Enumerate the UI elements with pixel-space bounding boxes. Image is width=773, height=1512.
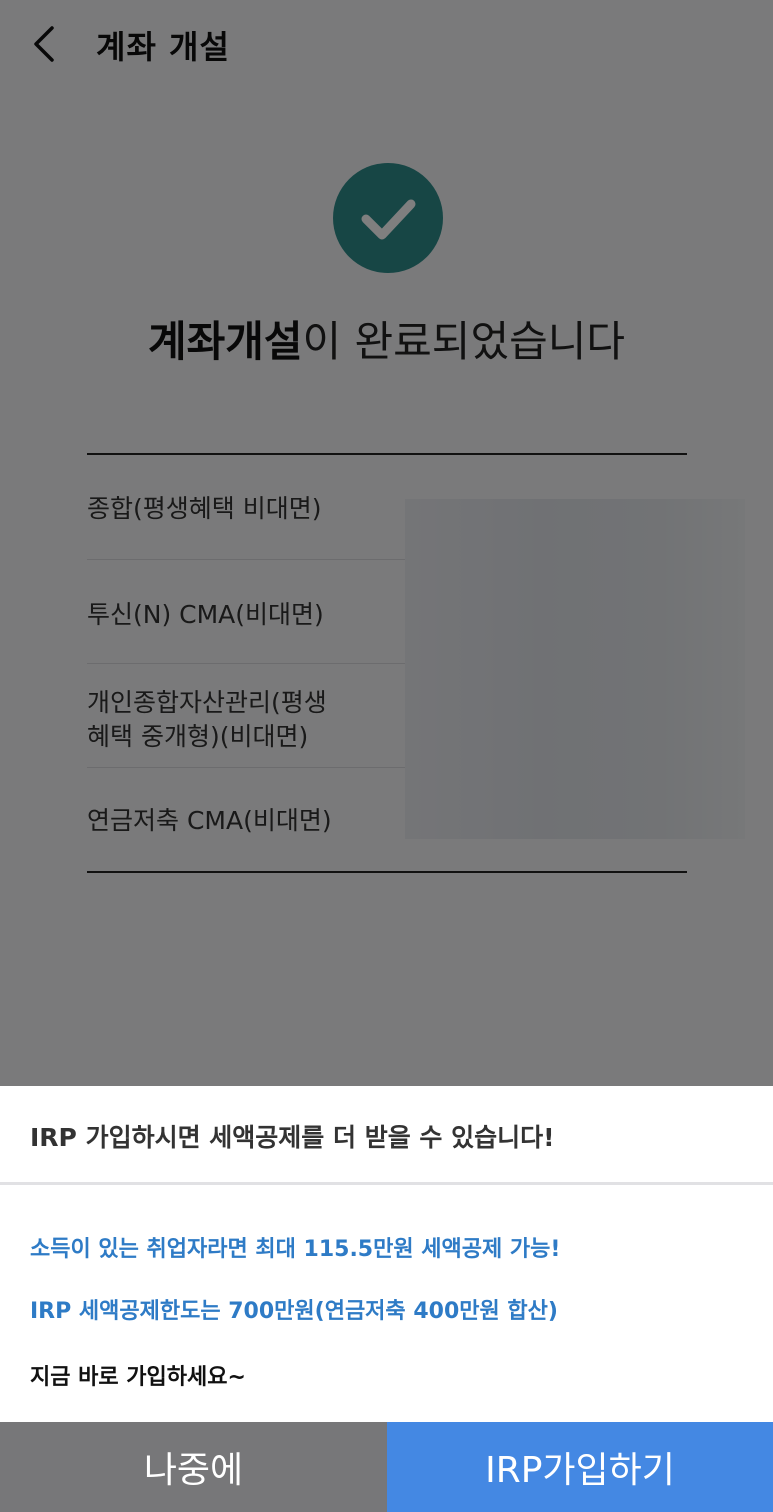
divider — [0, 1182, 773, 1185]
promo-cta-text: 지금 바로 가입하세요~ — [30, 1365, 246, 1390]
promo-limit-text: IRP 세액공제한도는 700만원(연금저축 400만원 합산) — [30, 1299, 558, 1324]
later-button[interactable]: 나중에 — [0, 1422, 387, 1512]
promo-benefit-text: 소득이 있는 취업자라면 최대 115.5만원 세액공제 가능! — [30, 1237, 561, 1262]
promo-title: IRP 가입하시면 세액공제를 더 받을 수 있습니다! — [30, 1123, 555, 1152]
irp-promo-sheet: IRP 가입하시면 세액공제를 더 받을 수 있습니다! 소득이 있는 취업자라… — [0, 1086, 773, 1422]
join-irp-button[interactable]: IRP가입하기 — [387, 1422, 773, 1512]
